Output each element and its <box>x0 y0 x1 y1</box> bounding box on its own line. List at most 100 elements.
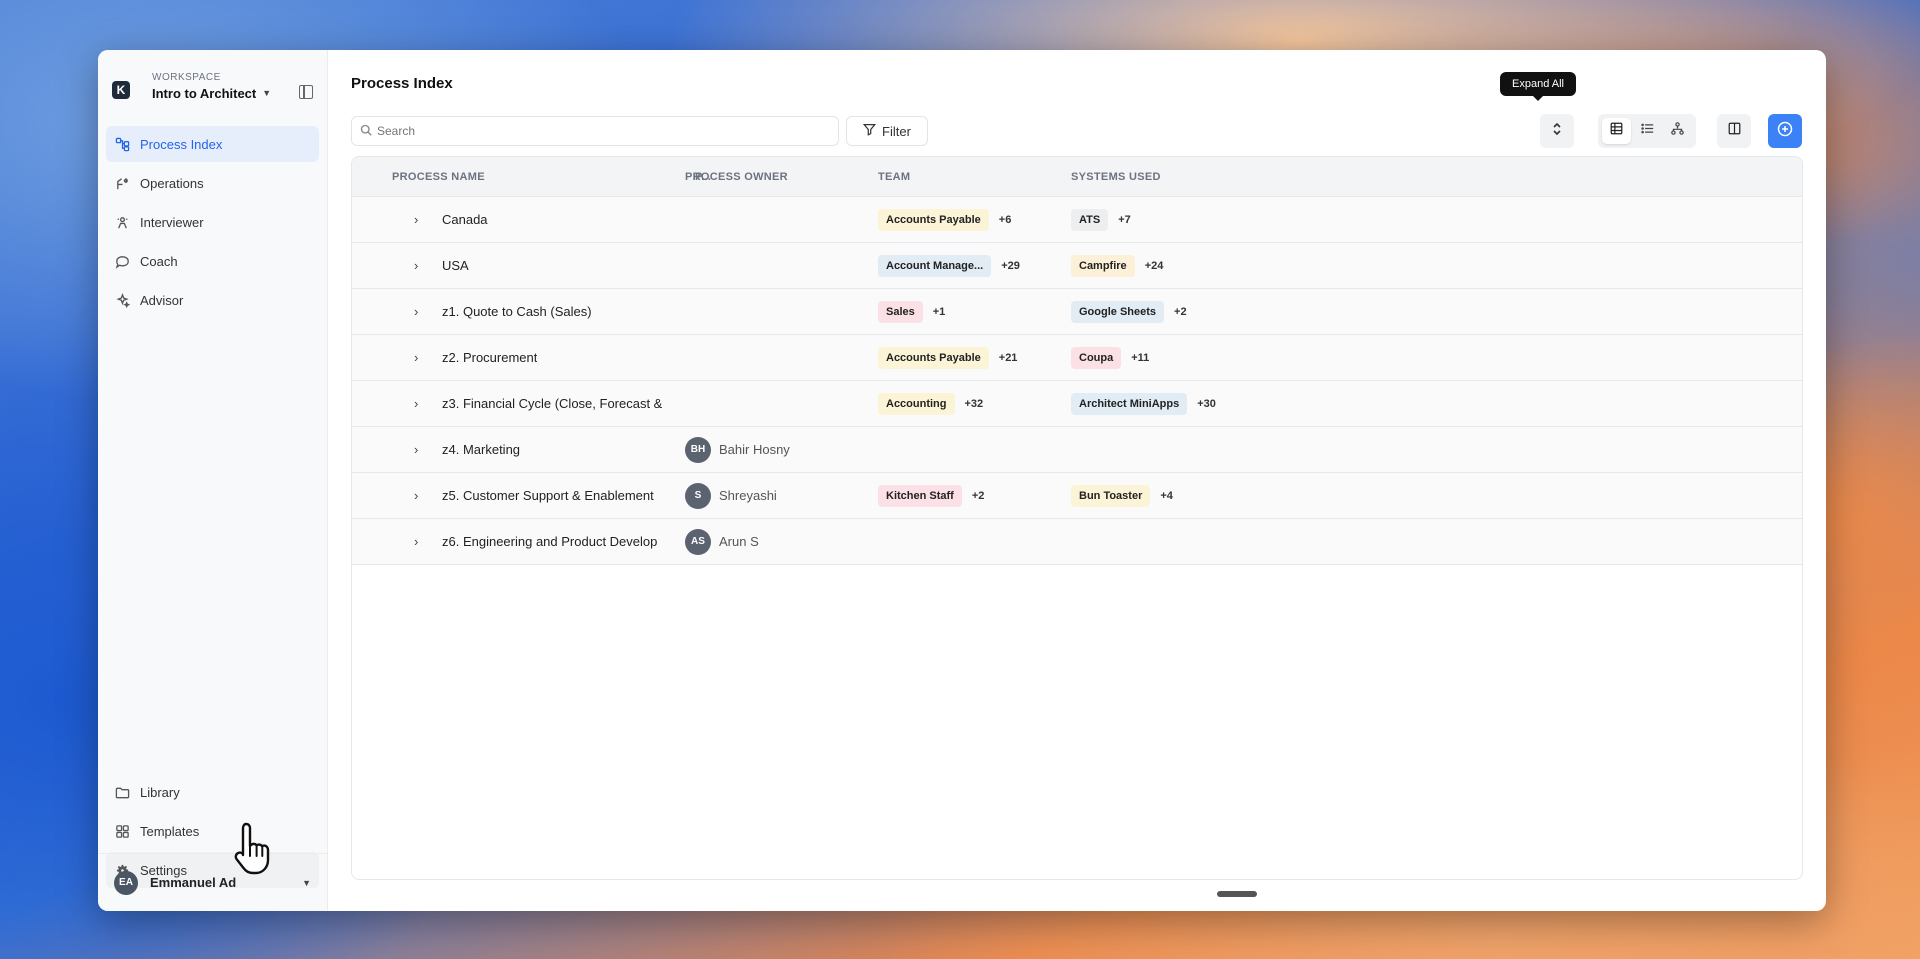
user-menu[interactable]: EA Emmanuel Ad ▼ <box>98 853 327 911</box>
owner-avatar: AS <box>685 528 711 555</box>
chevron-right-icon[interactable]: › <box>414 212 428 227</box>
system-more-count[interactable]: +4 <box>1160 490 1173 502</box>
process-name-cell: › z4. Marketing <box>352 442 685 457</box>
avatar: EA <box>114 870 138 895</box>
workspace-logo: K <box>112 81 130 99</box>
process-name[interactable]: z3. Financial Cycle (Close, Forecast & <box>442 396 662 411</box>
sidebar: K WORKSPACE Intro to Architect ▼ Process… <box>98 50 328 911</box>
systems-cell: Architect MiniApps +30 <box>1071 392 1802 415</box>
collapse-sidebar-icon[interactable] <box>299 85 313 99</box>
sidebar-item-coach[interactable]: Coach <box>106 243 319 279</box>
operations-icon <box>114 175 130 191</box>
team-tag[interactable]: Accounts Payable <box>878 346 989 369</box>
workspace-label: WORKSPACE <box>152 71 221 83</box>
team-more-count[interactable]: +6 <box>999 214 1012 226</box>
chevron-right-icon[interactable]: › <box>414 534 428 549</box>
coach-icon <box>114 253 130 269</box>
system-tag[interactable]: Bun Toaster <box>1071 484 1151 507</box>
add-process-button[interactable] <box>1768 114 1802 148</box>
header-p[interactable]: P... <box>695 171 711 183</box>
process-name-cell: › z5. Customer Support & Enablement <box>352 488 685 503</box>
team-more-count[interactable]: +32 <box>965 398 984 410</box>
chevron-right-icon[interactable]: › <box>414 350 428 365</box>
team-cell: Sales +1 <box>878 300 1071 323</box>
chevron-right-icon[interactable]: › <box>414 258 428 273</box>
filter-button[interactable]: Filter <box>846 116 928 146</box>
table-row[interactable]: › Canada Accounts Payable +6 ATS +7 <box>352 197 1802 243</box>
chevron-right-icon[interactable]: › <box>414 304 428 319</box>
table-row[interactable]: › z6. Engineering and Product Develop AS Ar… <box>352 519 1802 565</box>
chevron-right-icon[interactable]: › <box>414 396 428 411</box>
columns-icon <box>1728 122 1741 140</box>
expand-all-button[interactable] <box>1540 114 1574 148</box>
chevron-right-icon[interactable]: › <box>414 442 428 457</box>
advisor-icon <box>114 292 130 308</box>
table-row[interactable]: › z4. Marketing BH Bahir Hosny <box>352 427 1802 473</box>
team-tag[interactable]: Sales <box>878 300 923 323</box>
expand-all-tooltip: Expand All <box>1500 72 1576 101</box>
team-more-count[interactable]: +21 <box>999 352 1018 364</box>
table-row[interactable]: › z3. Financial Cycle (Close, Forecast & A… <box>352 381 1802 427</box>
process-name[interactable]: z2. Procurement <box>442 350 537 365</box>
team-tag[interactable]: Accounting <box>878 392 955 415</box>
team-more-count[interactable]: +1 <box>933 306 946 318</box>
process-name[interactable]: z4. Marketing <box>442 442 520 457</box>
system-tag[interactable]: Campfire <box>1071 254 1135 277</box>
sidebar-item-templates[interactable]: Templates <box>106 813 319 849</box>
team-more-count[interactable]: +29 <box>1001 260 1020 272</box>
table-header: PROCESS NAME P... PROCESS OWNER TEAM SYS… <box>352 157 1802 197</box>
folder-icon <box>114 784 130 800</box>
header-systems-used[interactable]: SYSTEMS USED <box>1071 171 1802 183</box>
process-name-cell: › USA <box>352 258 685 273</box>
view-switcher <box>1598 114 1696 148</box>
team-tag[interactable]: Kitchen Staff <box>878 484 962 507</box>
process-name[interactable]: z5. Customer Support & Enablement <box>442 488 654 503</box>
sidebar-item-process-index[interactable]: Process Index <box>106 126 319 162</box>
caret-down-icon: ▼ <box>262 88 272 98</box>
sidebar-item-operations[interactable]: Operations <box>106 165 319 201</box>
process-name[interactable]: USA <box>442 258 469 273</box>
list-view-button[interactable] <box>1633 118 1662 144</box>
header-process-owner[interactable]: PROCESS OWNER <box>685 171 878 183</box>
caret-down-icon: ▼ <box>302 877 311 888</box>
systems-cell: ATS +7 <box>1071 208 1802 231</box>
workspace-switcher[interactable]: K WORKSPACE Intro to Architect ▼ <box>98 50 327 108</box>
search-box[interactable] <box>351 116 839 146</box>
table-row[interactable]: › USA Account Manage... +29 Campfire +24 <box>352 243 1802 289</box>
system-more-count[interactable]: +11 <box>1131 352 1149 364</box>
table-row[interactable]: › z2. Procurement Accounts Payable +21 Coupa… <box>352 335 1802 381</box>
process-name[interactable]: z6. Engineering and Product Develop <box>442 534 657 549</box>
table-row[interactable]: › z1. Quote to Cash (Sales) Sales +1 Google … <box>352 289 1802 335</box>
split-view-button[interactable] <box>1717 114 1751 148</box>
owner-avatar: S <box>685 482 711 509</box>
header-process-name[interactable]: PROCESS NAME <box>352 171 685 183</box>
table-view-button[interactable] <box>1602 118 1631 144</box>
system-tag[interactable]: Coupa <box>1071 346 1122 369</box>
sidebar-item-library[interactable]: Library <box>106 774 319 810</box>
resize-handle[interactable] <box>1217 891 1257 897</box>
system-tag[interactable]: Google Sheets <box>1071 300 1165 323</box>
tree-view-button[interactable] <box>1663 118 1692 144</box>
system-tag[interactable]: Architect MiniApps <box>1071 392 1188 415</box>
system-more-count[interactable]: +30 <box>1197 398 1216 410</box>
system-more-count[interactable]: +2 <box>1174 306 1187 318</box>
team-more-count[interactable]: +2 <box>972 490 985 502</box>
search-input[interactable] <box>377 124 830 138</box>
process-table: PROCESS NAME P... PROCESS OWNER TEAM SYS… <box>351 156 1803 880</box>
team-tag[interactable]: Accounts Payable <box>878 208 989 231</box>
sidebar-item-interviewer[interactable]: Interviewer <box>106 204 319 240</box>
table-row[interactable]: › z5. Customer Support & Enablement S Shrey… <box>352 473 1802 519</box>
workspace-name[interactable]: Intro to Architect ▼ <box>152 86 299 101</box>
system-tag[interactable]: ATS <box>1071 208 1109 231</box>
system-more-count[interactable]: +7 <box>1118 214 1131 226</box>
header-team[interactable]: TEAM <box>878 171 1071 183</box>
sidebar-item-label: Advisor <box>140 292 184 308</box>
system-more-count[interactable]: +24 <box>1145 260 1164 272</box>
sidebar-item-advisor[interactable]: Advisor <box>106 282 319 318</box>
process-name[interactable]: Canada <box>442 212 488 227</box>
chevron-right-icon[interactable]: › <box>414 488 428 503</box>
process-name[interactable]: z1. Quote to Cash (Sales) <box>442 304 592 319</box>
sidebar-item-label: Templates <box>140 823 200 839</box>
team-cell: Accounts Payable +6 <box>878 208 1071 231</box>
team-tag[interactable]: Account Manage... <box>878 254 992 277</box>
